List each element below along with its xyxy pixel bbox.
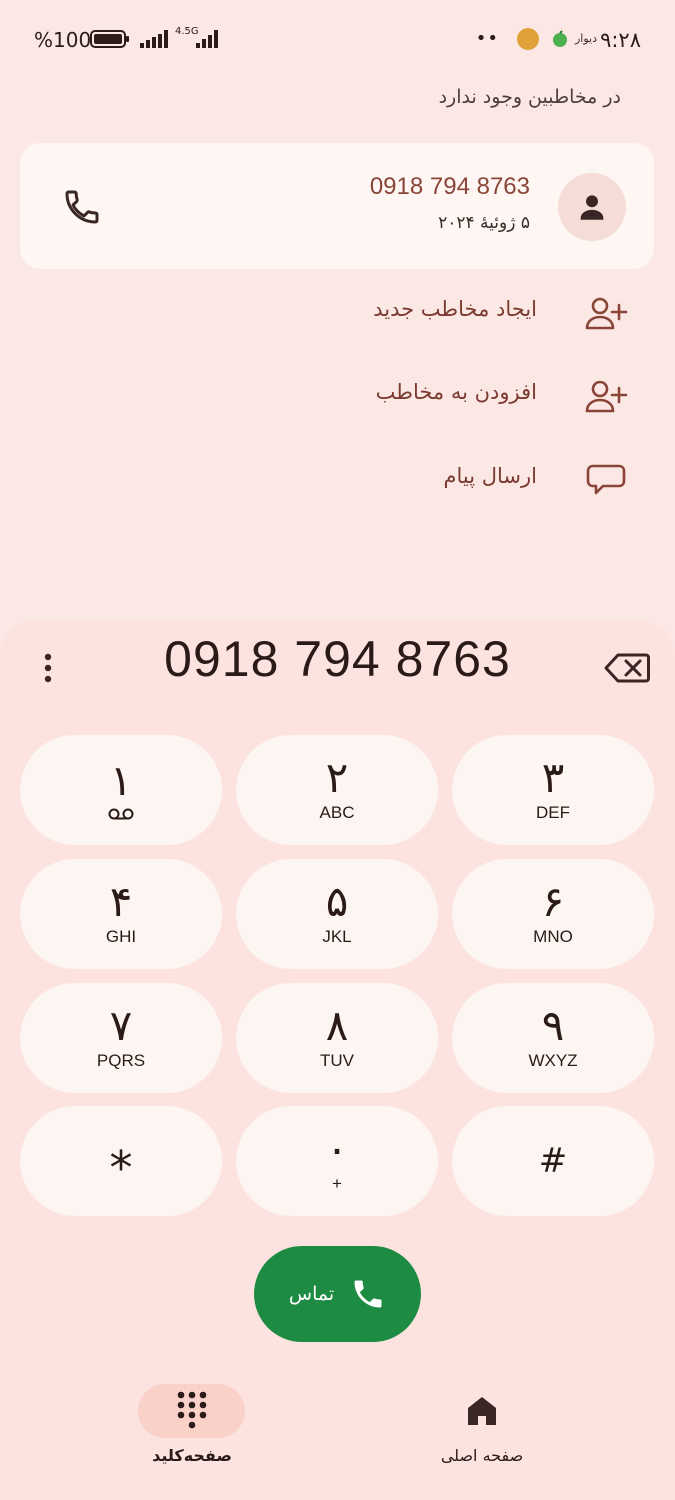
action-label: افزودن به مخاطب <box>375 380 537 404</box>
key-letters: TUV <box>320 1051 354 1070</box>
action-label: ارسال پیام <box>443 464 538 488</box>
notification-avatar-icon <box>517 28 539 50</box>
signal-icon <box>140 30 168 48</box>
key-digit: * <box>109 1141 133 1195</box>
key-letters: ABC <box>319 803 355 822</box>
add-to-contact-button[interactable]: افزودن به مخاطب <box>0 366 675 426</box>
key-digit: ۴ <box>109 877 133 926</box>
key-letters: JKL <box>322 927 352 946</box>
key-digit: ۳ <box>541 753 565 802</box>
avatar <box>558 173 626 241</box>
add-person-icon <box>585 380 628 413</box>
status-bar: ۹:۲۸ دیوار •• %100 4.5G <box>0 0 675 80</box>
key-9[interactable]: ۹ WXYZ <box>452 983 654 1093</box>
add-person-icon <box>585 297 628 330</box>
phone-icon[interactable] <box>62 187 102 227</box>
key-letters: MNO <box>533 927 573 946</box>
key-1[interactable]: ۱ <box>20 735 222 845</box>
leaf-app-icon <box>553 30 567 47</box>
key-0[interactable]: ۰ + <box>236 1106 438 1216</box>
home-icon[interactable] <box>465 1394 499 1428</box>
key-digit: ۲ <box>325 753 349 802</box>
key-8[interactable]: ۸ TUV <box>236 983 438 1093</box>
create-new-contact-button[interactable]: ایجاد مخاطب جدید <box>0 283 675 343</box>
key-6[interactable]: ۶ MNO <box>452 859 654 969</box>
key-5[interactable]: ۵ JKL <box>236 859 438 969</box>
person-icon <box>580 195 604 220</box>
key-digit: ۹ <box>541 1001 565 1050</box>
key-letters: GHI <box>105 927 137 946</box>
signal-icon-2 <box>196 30 218 48</box>
key-digit: ۵ <box>325 877 349 926</box>
call-button[interactable]: تماس <box>254 1246 421 1342</box>
status-app-text: دیوار <box>574 32 597 45</box>
key-2[interactable]: ۲ ABC <box>236 735 438 845</box>
send-message-button[interactable]: ارسال پیام <box>0 450 675 510</box>
key-digit: ۰ <box>325 1124 349 1173</box>
key-letters: + <box>332 1174 342 1193</box>
key-letters: PQRS <box>96 1051 146 1070</box>
dialpad-icon <box>177 1391 207 1429</box>
nav-home-label[interactable]: صفحه اصلی <box>410 1446 554 1465</box>
not-in-contacts-label: در مخاطبین وجود ندارد <box>438 86 621 108</box>
message-bubble-icon <box>586 464 626 495</box>
key-digit: ۱ <box>109 756 133 805</box>
key-hash[interactable]: # <box>452 1106 654 1216</box>
more-notifications-icon: •• <box>475 28 499 49</box>
nav-keypad-label[interactable]: صفحه‌کلید <box>120 1446 264 1465</box>
suggestion-card[interactable]: 0918 794 8763 ۵ ژوئیهٔ ۲۰۲۴ <box>20 143 654 269</box>
key-digit: # <box>538 1141 568 1181</box>
battery-icon <box>90 30 129 48</box>
dialed-number: 0918 794 8763 <box>164 631 511 687</box>
key-digit: ۶ <box>541 877 565 926</box>
suggestion-number: 0918 794 8763 <box>369 173 530 200</box>
key-4[interactable]: ۴ GHI <box>20 859 222 969</box>
key-3[interactable]: ۳ DEF <box>452 735 654 845</box>
voicemail-icon <box>108 808 134 820</box>
key-letters: WXYZ <box>528 1051 578 1070</box>
action-label: ایجاد مخاطب جدید <box>373 297 537 321</box>
phone-icon <box>354 1280 382 1308</box>
status-time: ۹:۲۸ <box>600 28 641 52</box>
battery-percent: %100 <box>34 28 92 52</box>
call-label: تماس <box>288 1283 335 1305</box>
key-star[interactable]: * <box>20 1106 222 1216</box>
key-digit: ۸ <box>325 1001 349 1050</box>
key-7[interactable]: ۷ PQRS <box>20 983 222 1093</box>
backspace-icon[interactable] <box>604 652 650 684</box>
suggestion-date: ۵ ژوئیهٔ ۲۰۲۴ <box>438 213 530 233</box>
key-digit: ۷ <box>109 1001 133 1050</box>
key-letters: DEF <box>536 803 570 822</box>
